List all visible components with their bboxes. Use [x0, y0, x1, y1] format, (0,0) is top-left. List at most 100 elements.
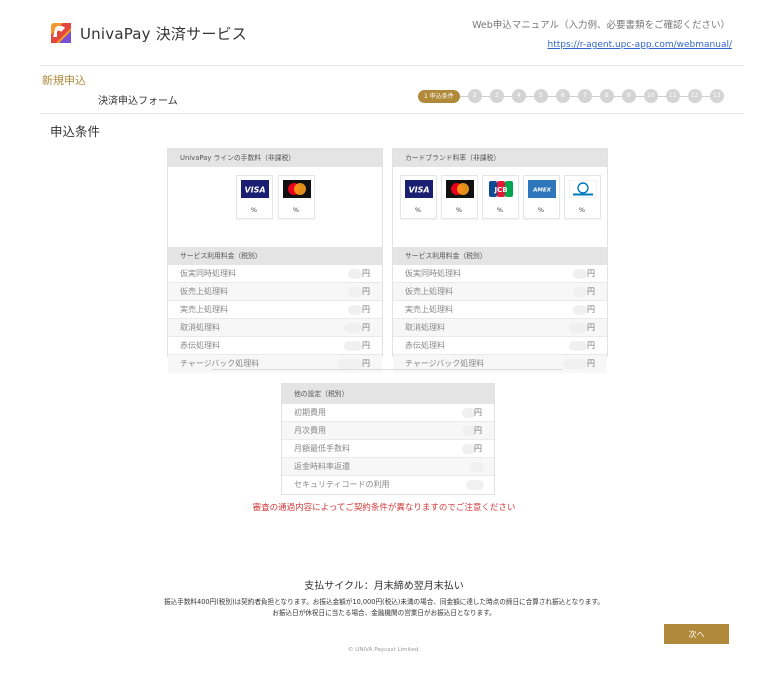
copyright: © UNIVA Paycast Limited. — [347, 647, 421, 653]
step-9: 9 — [621, 89, 636, 103]
card-brand-fee-panel: カードブランド料率（非課税） VISA % % JCB % AMEX % % サ… — [392, 148, 608, 373]
card-mastercard[interactable]: % — [440, 175, 478, 219]
step-connector — [657, 95, 666, 97]
fee-label: 仮実同時処理料 — [180, 269, 236, 278]
step-4: 4 — [511, 89, 526, 103]
card-mastercard[interactable]: % — [277, 175, 315, 219]
percent-unit: % — [292, 206, 300, 214]
diners-club-icon — [568, 180, 597, 198]
card-visa[interactable]: VISA % — [235, 175, 273, 219]
notice-text: 審査の通過内容によってご契約条件が異なりますのでご注意ください — [252, 503, 516, 513]
next-button[interactable]: 次へ — [664, 624, 729, 644]
fee-input[interactable] — [348, 287, 362, 297]
step-indicator: 1 申込条件 2 3 4 5 6 7 8 9 10 11 12 13 — [418, 89, 724, 103]
step-11: 11 — [665, 89, 680, 103]
yen-unit: 円 — [474, 408, 482, 417]
step-13: 13 — [709, 89, 724, 103]
amex-icon: AMEX — [527, 180, 556, 198]
univapay-fee-panel: UnivaPay ラインの手数料（非課税） VISA % % サービス利用料金（… — [167, 148, 383, 373]
yen-unit: 円 — [587, 305, 595, 314]
step-6: 6 — [555, 89, 570, 103]
step-5: 5 — [533, 89, 548, 103]
yen-unit: 円 — [587, 269, 595, 278]
card-visa[interactable]: VISA % — [399, 175, 437, 219]
middle-divider — [212, 369, 562, 370]
svg-text:AMEX: AMEX — [532, 188, 551, 194]
fee-row: 赤伝処理料 円 — [168, 337, 382, 355]
fee-row: 赤伝処理料 円 — [393, 337, 607, 355]
step-7: 7 — [577, 89, 592, 103]
yen-unit: 円 — [587, 341, 595, 350]
fee-input[interactable] — [348, 305, 362, 315]
fee-row: 実売上処理料 円 — [168, 301, 382, 319]
payment-cycle: 支払サイクル：月末締め翌月末払い — [304, 581, 464, 592]
header-divider — [40, 65, 744, 66]
manual-link[interactable]: https://r-agent.upc-app.com/webmanual/ — [547, 40, 732, 50]
step-connector — [503, 95, 512, 97]
fee-row: 取消処理料 円 — [168, 319, 382, 337]
percent-unit: % — [496, 206, 504, 214]
card-amex[interactable]: AMEX % — [522, 175, 560, 219]
jcb-icon: JCB — [486, 180, 515, 198]
step-2: 2 — [467, 89, 482, 103]
fee-row: 仮実同時処理料 円 — [168, 265, 382, 283]
step-connector — [613, 95, 622, 97]
panel-title: UnivaPay ラインの手数料（非課税） — [168, 149, 382, 167]
fee-row: チャージバック処理料 円 — [168, 355, 382, 373]
svg-text:JCB: JCB — [493, 186, 507, 194]
setting-label: 返金時料率返還 — [294, 462, 350, 471]
step-connector — [591, 95, 600, 97]
panel-title: カードブランド料率（非課税） — [393, 149, 607, 167]
step-connector — [459, 95, 468, 97]
fine-print: お振込日が休祝日に当たる場合、金融機関の営業日がお振込日となります。 — [272, 609, 496, 617]
step-connector — [481, 95, 490, 97]
fee-row: 仮実同時処理料 円 — [393, 265, 607, 283]
step-connector — [701, 95, 710, 97]
fee-input[interactable] — [569, 341, 587, 351]
fee-input[interactable] — [573, 269, 587, 279]
fee-input[interactable] — [344, 341, 362, 351]
settings-list: 初期費用円 月次費用円 月額最低手数料円 返金時料率返還 セキュリティコードの利… — [282, 404, 494, 494]
fee-input[interactable] — [563, 359, 587, 369]
fee-input[interactable] — [344, 323, 362, 333]
fee-row: チャージバック処理料 円 — [393, 355, 607, 373]
fee-input[interactable] — [569, 323, 587, 333]
fee-label: 仮売上処理料 — [405, 287, 453, 296]
yen-unit: 円 — [362, 341, 370, 350]
fee-label: 実売上処理料 — [180, 305, 228, 314]
yen-unit: 円 — [362, 323, 370, 332]
fee-input[interactable] — [573, 287, 587, 297]
step-connector — [635, 95, 644, 97]
fee-input[interactable] — [348, 269, 362, 279]
yen-unit: 円 — [587, 323, 595, 332]
yen-unit: 円 — [587, 287, 595, 296]
mastercard-icon — [282, 180, 311, 198]
visa-icon: VISA — [404, 180, 433, 198]
fee-row: 仮売上処理料 円 — [393, 283, 607, 301]
fees-title: サービス利用料金（税別） — [393, 247, 607, 265]
svg-text:VISA: VISA — [408, 186, 429, 195]
setting-toggle[interactable] — [466, 480, 484, 490]
other-settings-panel: 他の設定（税別） 初期費用円 月次費用円 月額最低手数料円 返金時料率返還 セキ… — [281, 383, 495, 495]
yen-unit: 円 — [474, 444, 482, 453]
fee-label: 赤伝処理料 — [180, 341, 220, 350]
card-diners[interactable]: % — [563, 175, 601, 219]
conditions-title: 申込条件 — [50, 124, 101, 139]
percent-unit: % — [578, 206, 586, 214]
card-list: VISA % % — [168, 167, 382, 221]
fee-row: 取消処理料 円 — [393, 319, 607, 337]
setting-toggle[interactable] — [470, 462, 484, 472]
header: UnivaPay 決済サービス Web申込マニュアル（入力例、必要書類をご確認く… — [0, 0, 768, 66]
svg-text:VISA: VISA — [244, 186, 265, 195]
fee-input[interactable] — [573, 305, 587, 315]
yen-unit: 円 — [362, 359, 370, 368]
card-jcb[interactable]: JCB % — [481, 175, 519, 219]
setting-row: 月次費用 円 — [282, 422, 494, 440]
setting-label: 初期費用 — [294, 408, 326, 417]
univapay-logo-icon — [51, 23, 71, 43]
fee-input[interactable] — [338, 359, 362, 369]
fee-row: 仮売上処理料 円 — [168, 283, 382, 301]
step-10: 10 — [643, 89, 658, 103]
logo[interactable]: UnivaPay 決済サービス — [50, 22, 247, 44]
yen-unit: 円 — [362, 305, 370, 314]
